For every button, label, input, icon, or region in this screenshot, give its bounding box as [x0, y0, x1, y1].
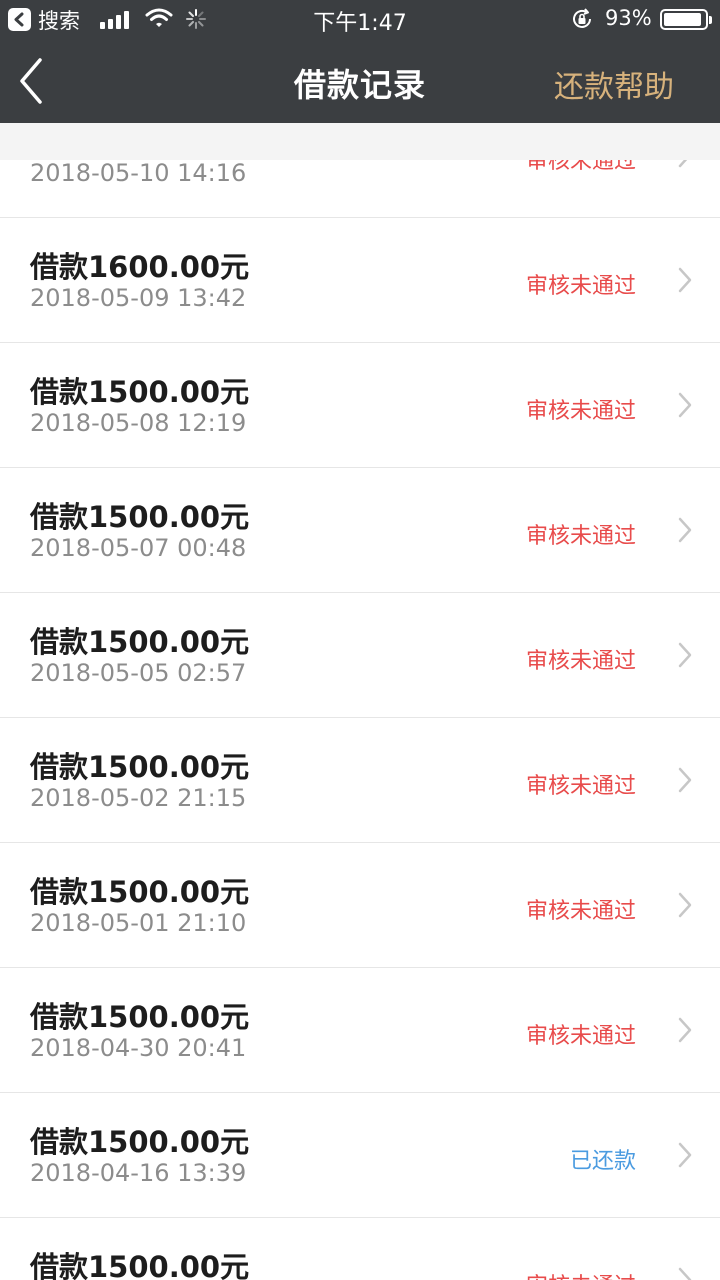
loan-amount: 借款1500.00元	[30, 1250, 250, 1280]
chevron-right-icon	[678, 267, 692, 293]
rotation-lock-icon	[573, 8, 591, 28]
loan-status: 审核未通过	[525, 774, 636, 799]
loan-amount: 借款1500.00元	[30, 750, 250, 784]
chevron-right-icon	[678, 642, 692, 668]
loan-status: 审核未通过	[525, 649, 636, 674]
loan-record-row[interactable]: 借款1500.00元审核未通过	[0, 1218, 720, 1280]
repayment-help-button[interactable]: 还款帮助	[554, 62, 674, 106]
loan-status: 审核未通过	[525, 399, 636, 424]
loan-date: 2018-04-30 20:41	[30, 1034, 247, 1062]
loan-status: 审核未通过	[525, 899, 636, 924]
chevron-right-icon	[678, 1017, 692, 1043]
loan-record-row[interactable]: 借款1500.00元 2018-05-08 12:19 审核未通过	[0, 343, 720, 468]
battery-icon	[660, 9, 712, 30]
chevron-right-icon	[678, 392, 692, 418]
loan-status: 审核未通过	[525, 1024, 636, 1049]
chevron-right-icon	[678, 892, 692, 918]
loan-date: 2018-04-16 13:39	[30, 1159, 247, 1187]
loan-record-row[interactable]: 借款1500.00元 2018-05-01 21:10 审核未通过	[0, 843, 720, 968]
loan-status: 审核未通过	[525, 524, 636, 549]
loan-amount: 借款1500.00元	[30, 625, 250, 659]
loan-date: 2018-05-10 14:16	[30, 160, 247, 187]
chevron-right-icon	[678, 767, 692, 793]
app-header: 搜索 下午1:47 93% 借款记录 还款帮助	[0, 0, 720, 123]
loan-amount: 借款1500.00元	[30, 375, 250, 409]
section-spacer	[0, 123, 720, 160]
loan-date: 2018-05-01 21:10	[30, 909, 247, 937]
loan-record-row[interactable]: 借款1500.00元 2018-05-02 21:15 审核未通过	[0, 718, 720, 843]
loan-status: 审核未通过	[525, 160, 636, 174]
loan-date: 2018-05-08 12:19	[30, 409, 247, 437]
loan-record-row[interactable]: 借款1500.00元 2018-05-05 02:57 审核未通过	[0, 593, 720, 718]
loan-amount: 借款1600.00元	[30, 250, 250, 284]
loan-amount: 借款1500.00元	[30, 875, 250, 909]
loan-record-row[interactable]: 借款1500.00元 2018-04-30 20:41 审核未通过	[0, 968, 720, 1093]
loan-amount: 借款1500.00元	[30, 500, 250, 534]
loan-record-row[interactable]: 借款1500.00元 2018-04-16 13:39 已还款	[0, 1093, 720, 1218]
navigation-bar: 借款记录 还款帮助	[0, 38, 720, 123]
loan-amount: 借款1500.00元	[30, 1000, 250, 1034]
loan-record-list[interactable]: 2018-05-10 14:16 审核未通过 借款1600.00元 2018-05-0…	[0, 160, 720, 1280]
chevron-right-icon	[678, 160, 688, 168]
loan-date: 2018-05-05 02:57	[30, 659, 247, 687]
loan-record-row[interactable]: 借款1500.00元 2018-05-07 00:48 审核未通过	[0, 468, 720, 593]
chevron-right-icon	[678, 517, 692, 543]
loan-record-row[interactable]: 2018-05-10 14:16 审核未通过	[0, 160, 720, 218]
loan-amount: 借款1500.00元	[30, 1125, 250, 1159]
loan-status: 审核未通过	[525, 274, 636, 299]
battery-percentage: 93%	[605, 6, 652, 30]
loan-date: 2018-05-02 21:15	[30, 784, 247, 812]
chevron-right-icon	[678, 1142, 692, 1168]
loan-status: 已还款	[569, 1149, 636, 1174]
loan-date: 2018-05-07 00:48	[30, 534, 247, 562]
chevron-right-icon	[678, 1267, 692, 1280]
status-bar: 搜索 下午1:47 93%	[0, 0, 720, 38]
loan-date: 2018-05-09 13:42	[30, 284, 247, 312]
loan-status: 审核未通过	[526, 1268, 636, 1280]
loan-record-row[interactable]: 借款1600.00元 2018-05-09 13:42 审核未通过	[0, 218, 720, 343]
